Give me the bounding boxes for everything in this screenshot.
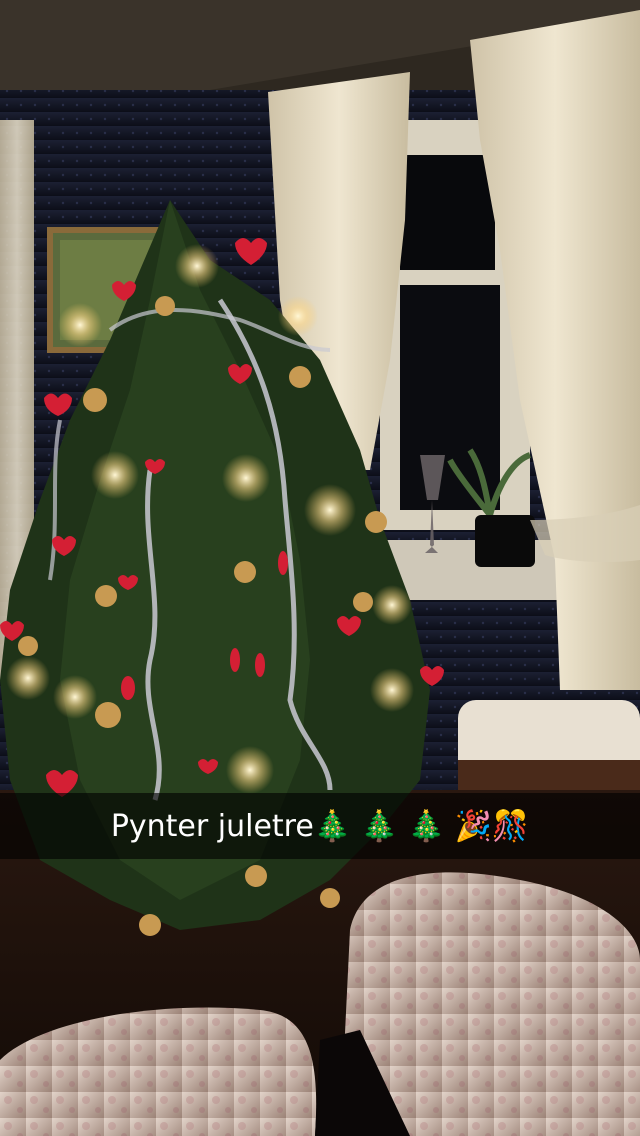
plant-pot (475, 515, 535, 567)
caption-bar: Pynter juletre🎄 🎄 🎄 🎉🎊 (0, 793, 640, 859)
photo-scene (0, 0, 640, 1136)
window-pane-top (400, 155, 495, 270)
window-pane-bottom (400, 285, 500, 510)
caption-text: Pynter juletre🎄 🎄 🎄 🎉🎊 (110, 808, 530, 844)
